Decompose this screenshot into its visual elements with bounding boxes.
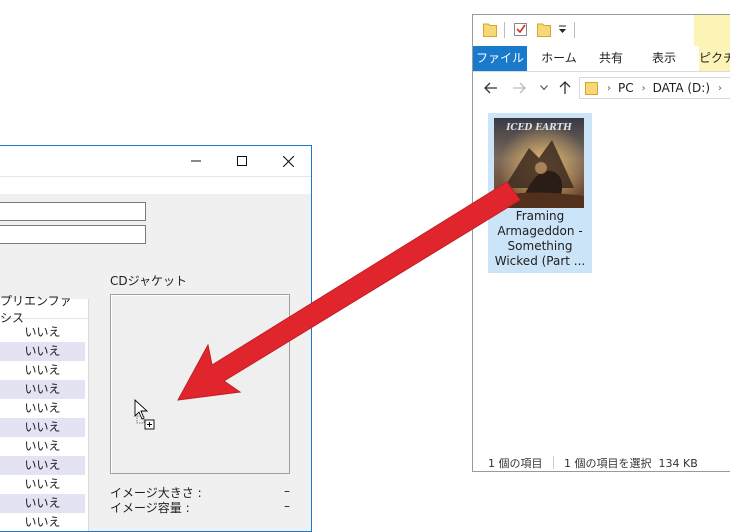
status-item-count: 1 個の項目 [488,457,543,470]
tab-picture-tools[interactable]: ピクチ [699,46,730,71]
image-capacity-row: イメージ容量 : – [110,499,290,516]
chevron-right-icon: › [718,82,722,94]
folder-icon[interactable] [483,22,497,37]
back-arrow-icon[interactable] [484,82,498,94]
ribbon-tabs: ファイル ホーム 共有 表示 ピクチ [473,46,730,72]
file-explorer-window: ファイル ホーム 共有 表示 ピクチ › PC › DATA (D:) › IC… [472,14,730,472]
address-bar-row: › PC › DATA (D:) › [473,72,730,105]
tab-view[interactable]: 表示 [643,46,685,71]
title-bar [0,146,311,177]
maximize-icon [237,156,247,166]
folder-icon [585,82,598,95]
toolbar-separator [504,22,505,38]
file-name-line: Armageddon - [497,224,583,238]
text-field-2[interactable] [0,225,146,244]
toolbar-separator [574,22,575,38]
list-item[interactable]: いいえ [0,418,85,437]
breadcrumb[interactable]: › PC › DATA (D:) › [579,77,730,99]
customize-dropdown-icon[interactable] [558,25,567,35]
status-selection: 1 個の項目を選択 134 KB [564,457,698,470]
chevron-right-icon: › [607,82,611,94]
list-rows: いいえ いいえ いいえ いいえ いいえ いいえ いいえ いいえ いいえ いいえ … [0,323,85,532]
text-field-1[interactable] [0,202,146,221]
checkmark-icon[interactable] [514,22,528,37]
up-arrow-icon[interactable] [559,81,571,95]
file-name-line: Something [507,239,573,253]
list-item[interactable]: いいえ [0,437,85,456]
image-capacity-value: – [284,499,290,513]
tab-share[interactable]: 共有 [593,46,629,71]
list-item[interactable]: いいえ [0,494,85,513]
maximize-button[interactable] [219,146,265,176]
list-item[interactable]: いいえ [0,399,85,418]
album-art-image: ICED EARTH [494,118,584,208]
status-separator [553,456,554,469]
track-list[interactable]: プリエンファシス いいえ いいえ いいえ いいえ いいえ いいえ いいえ いいえ… [0,294,89,532]
svg-text:ICED EARTH: ICED EARTH [505,123,572,133]
breadcrumb-pc[interactable]: PC [618,81,634,95]
cd-jacket-drop-area[interactable] [110,294,290,474]
close-button[interactable] [265,146,311,176]
minimize-button[interactable] [173,146,219,176]
list-item[interactable]: いいえ [0,513,85,532]
list-item[interactable]: いいえ [0,380,85,399]
chevron-down-icon[interactable] [540,85,548,91]
forward-arrow-icon[interactable] [512,82,526,94]
menu-strip [0,177,311,194]
tab-file[interactable]: ファイル [473,46,527,71]
column-header-pre-emphasis[interactable]: プリエンファシス [0,294,88,325]
quick-access-toolbar [473,15,730,45]
cd-jacket-label: CDジャケット [110,274,188,288]
list-item[interactable]: いいえ [0,361,85,380]
file-name-line: Wicked (Part ... [494,254,586,268]
breadcrumb-drive[interactable]: DATA (D:) [653,81,710,95]
list-item[interactable]: いいえ [0,342,85,361]
list-item[interactable]: いいえ [0,456,85,475]
image-capacity-label: イメージ容量 : [110,501,190,515]
folder-icon[interactable] [537,22,551,37]
file-item-selected[interactable]: ICED EARTH Framing Armageddon - Somethin… [488,113,592,273]
close-icon [282,155,294,167]
cd-info-dialog: プリエンファシス いいえ いいえ いいえ いいえ いいえ いいえ いいえ いいえ… [0,145,312,532]
contextual-tab-highlight [694,15,730,46]
tab-home[interactable]: ホーム [537,46,581,71]
file-name-line: Framing [515,209,565,223]
status-bar: 1 個の項目 1 個の項目を選択 134 KB [473,453,730,471]
album-cover-thumbnail: ICED EARTH [494,118,584,208]
list-item[interactable]: いいえ [0,323,85,342]
file-name: Framing Armageddon - Something Wicked (P… [488,209,592,269]
minimize-icon [191,160,201,162]
chevron-right-icon: › [641,82,646,94]
list-item[interactable]: いいえ [0,475,85,494]
